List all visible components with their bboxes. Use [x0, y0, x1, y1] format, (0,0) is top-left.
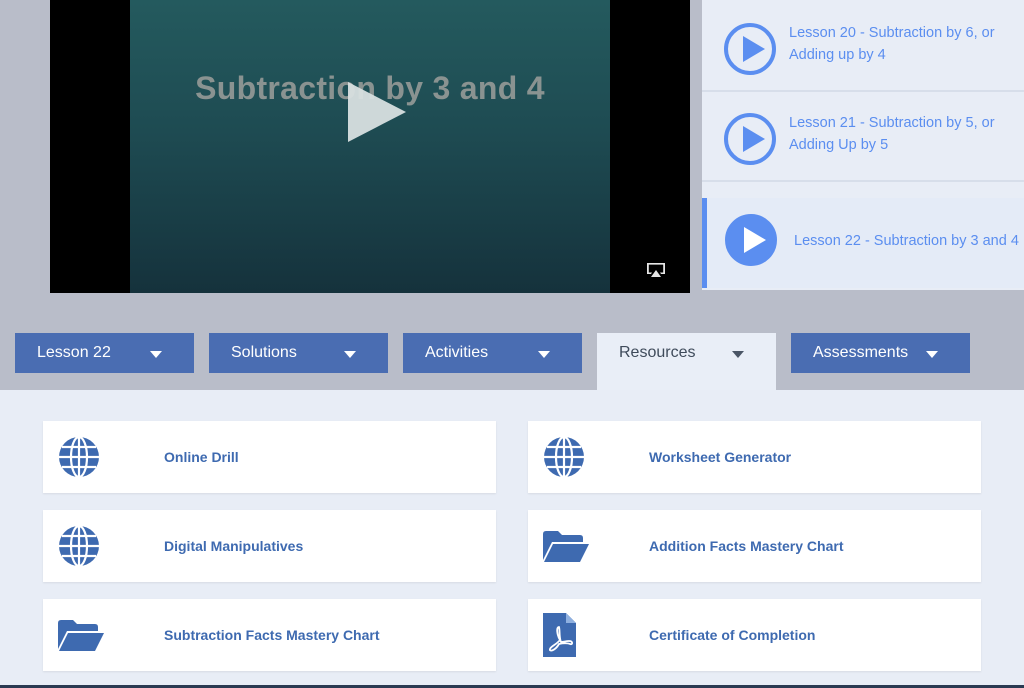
play-circle-icon[interactable] [725, 214, 777, 266]
playlist-item-label[interactable]: Lesson 21 - Subtraction by 5, or Adding … [789, 112, 1014, 156]
tab-lesson-22[interactable]: Lesson 22 [15, 333, 194, 373]
airplay-icon[interactable] [646, 262, 666, 278]
resource-certificate-of-completion[interactable]: Certificate of Completion [528, 599, 981, 671]
playlist-item-label[interactable]: Lesson 22 - Subtraction by 3 and 4 [794, 230, 1019, 252]
chevron-down-icon[interactable] [538, 351, 550, 358]
lesson-playlist: Lesson 20 - Subtraction by 6, or Adding … [702, 0, 1024, 290]
chevron-down-icon[interactable] [344, 351, 356, 358]
lesson-tabs: Lesson 22 Solutions Activities Resources… [0, 330, 1024, 390]
tab-resources[interactable]: Resources [597, 333, 776, 390]
video-player[interactable]: Subtraction by 3 and 4 [50, 0, 690, 293]
tab-assessments[interactable]: Assessments [791, 333, 970, 373]
tab-label[interactable]: Activities [425, 344, 488, 361]
play-circle-icon[interactable] [724, 113, 776, 165]
tab-label[interactable]: Resources [619, 344, 695, 361]
resource-label[interactable]: Addition Facts Mastery Chart [649, 510, 843, 582]
chevron-down-icon[interactable] [732, 351, 744, 358]
resource-label[interactable]: Digital Manipulatives [164, 510, 303, 582]
play-circle-icon[interactable] [724, 23, 776, 75]
tab-label[interactable]: Solutions [231, 344, 297, 361]
chevron-down-icon[interactable] [926, 351, 938, 358]
playlist-item-lesson-21[interactable]: Lesson 21 - Subtraction by 5, or Adding … [702, 94, 1024, 182]
resource-subtraction-facts-mastery-chart[interactable]: Subtraction Facts Mastery Chart [43, 599, 496, 671]
resource-addition-facts-mastery-chart[interactable]: Addition Facts Mastery Chart [528, 510, 981, 582]
resource-label[interactable]: Online Drill [164, 421, 239, 493]
resource-label[interactable]: Certificate of Completion [649, 599, 815, 671]
globe-icon [59, 435, 99, 479]
playlist-item-label[interactable]: Lesson 20 - Subtraction by 6, or Adding … [789, 22, 1014, 66]
playlist-item-lesson-20[interactable]: Lesson 20 - Subtraction by 6, or Adding … [702, 4, 1024, 92]
resource-label[interactable]: Worksheet Generator [649, 421, 791, 493]
chevron-down-icon[interactable] [150, 351, 162, 358]
tab-solutions[interactable]: Solutions [209, 333, 388, 373]
pdf-icon [543, 613, 576, 657]
globe-icon [59, 524, 99, 568]
resource-online-drill[interactable]: Online Drill [43, 421, 496, 493]
resource-digital-manipulatives[interactable]: Digital Manipulatives [43, 510, 496, 582]
video-frame[interactable]: Subtraction by 3 and 4 [130, 0, 610, 293]
resources-panel: Online Drill Worksheet Generator Digital… [0, 390, 1024, 688]
tab-label[interactable]: Assessments [813, 344, 908, 361]
resource-worksheet-generator[interactable]: Worksheet Generator [528, 421, 981, 493]
play-icon[interactable] [348, 82, 406, 142]
globe-icon [544, 435, 584, 479]
folder-icon [58, 620, 104, 651]
playlist-item-lesson-22[interactable]: Lesson 22 - Subtraction by 3 and 4 [702, 198, 1024, 288]
folder-icon [543, 531, 589, 562]
resource-label[interactable]: Subtraction Facts Mastery Chart [164, 599, 380, 671]
tab-activities[interactable]: Activities [403, 333, 582, 373]
tab-label[interactable]: Lesson 22 [37, 344, 111, 361]
